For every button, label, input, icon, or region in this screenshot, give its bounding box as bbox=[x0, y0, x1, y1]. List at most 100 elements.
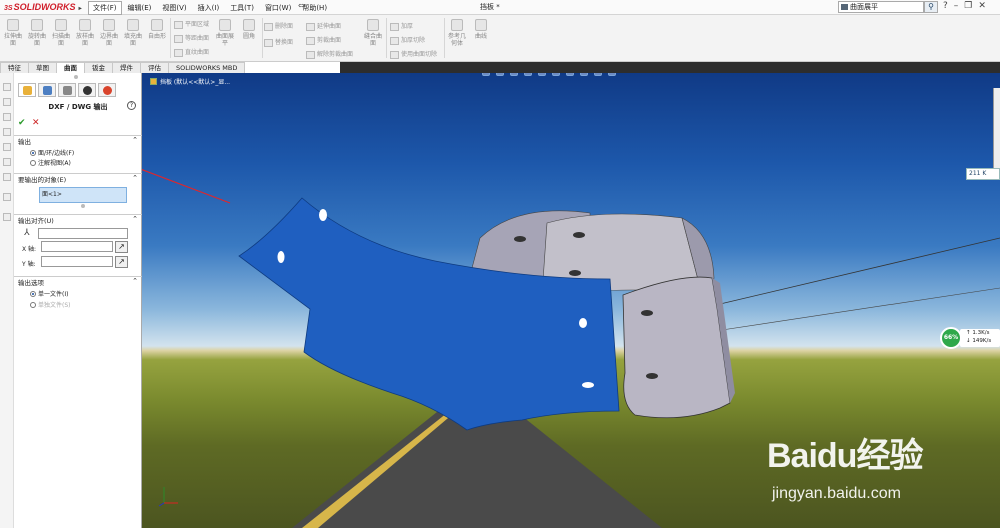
offset-surface-button[interactable]: 等距曲面 bbox=[174, 33, 209, 43]
tab-surfaces[interactable]: 曲面 bbox=[56, 62, 85, 73]
menu-file[interactable]: 文件(F) bbox=[88, 1, 122, 15]
feature-icon[interactable] bbox=[3, 173, 11, 181]
thicken-cut-button[interactable]: 加厚切除 bbox=[390, 35, 425, 45]
collapse-icon[interactable]: ⌃ bbox=[132, 174, 138, 182]
arrow-icon: ↗ bbox=[118, 257, 125, 266]
loft-surface-button[interactable]: 放样曲面 bbox=[74, 19, 96, 47]
feature-icon[interactable] bbox=[3, 193, 11, 201]
task-pane-tag[interactable]: 211 K bbox=[966, 168, 1000, 180]
tab-evaluate[interactable]: 评估 bbox=[140, 62, 169, 73]
feature-icon[interactable] bbox=[3, 143, 11, 151]
collapse-icon[interactable]: ⌃ bbox=[132, 136, 138, 144]
thicken-button[interactable]: 加厚 bbox=[390, 21, 413, 31]
panel-grip[interactable] bbox=[74, 75, 78, 79]
list-resize-grip[interactable] bbox=[81, 204, 85, 208]
feature-icon[interactable] bbox=[3, 98, 11, 106]
tab-mbd[interactable]: SOLIDWORKS MBD bbox=[168, 62, 246, 73]
trim-surface-button[interactable]: 剪裁曲面 bbox=[306, 35, 341, 45]
featuremanager-tab[interactable] bbox=[18, 83, 36, 97]
previous-view-icon[interactable] bbox=[510, 73, 518, 76]
task-pane-strip[interactable] bbox=[993, 88, 1000, 168]
y-axis-field[interactable] bbox=[41, 256, 113, 267]
knit-surface-button[interactable]: 缝合曲面 bbox=[362, 19, 384, 47]
view-settings-icon[interactable] bbox=[608, 73, 616, 76]
replace-face-button[interactable]: 替换面 bbox=[264, 37, 293, 47]
x-axis-reverse-button[interactable]: ↗ bbox=[115, 241, 128, 253]
sweep-surface-button[interactable]: 扫描曲面 bbox=[50, 19, 72, 47]
y-axis-reverse-button[interactable]: ↗ bbox=[115, 256, 128, 268]
alignment-section-header[interactable]: 输出对齐(U) ⌃ bbox=[14, 214, 142, 225]
minimize-icon[interactable]: – bbox=[954, 1, 959, 11]
display-manager-tab[interactable] bbox=[98, 83, 116, 97]
edit-appearance-icon[interactable] bbox=[580, 73, 588, 76]
surface-cut-button[interactable]: 使用曲面切除 bbox=[390, 49, 437, 59]
feature-icon[interactable] bbox=[3, 158, 11, 166]
option-face-loop-edge[interactable]: 面/环/边线(F) bbox=[30, 148, 74, 157]
menu-view[interactable]: 视图(V) bbox=[157, 1, 191, 15]
export-options-section-header[interactable]: 输出选项 ⌃ bbox=[14, 276, 142, 287]
manager-tabs bbox=[14, 83, 142, 97]
feature-icon[interactable] bbox=[3, 213, 11, 221]
planar-surface-button[interactable]: 平面区域 bbox=[174, 19, 209, 29]
fill-surface-button[interactable]: 填充曲面 bbox=[122, 19, 144, 47]
help-icon[interactable]: ? bbox=[127, 101, 136, 110]
menu-window[interactable]: 窗口(W) bbox=[260, 1, 296, 15]
option-annotation-view[interactable]: 注解视图(A) bbox=[30, 158, 71, 167]
scene-icon[interactable] bbox=[594, 73, 602, 76]
tab-weldments[interactable]: 焊件 bbox=[112, 62, 141, 73]
feature-icon[interactable] bbox=[3, 128, 11, 136]
zoom-area-icon[interactable] bbox=[496, 73, 504, 76]
tab-sketch[interactable]: 草图 bbox=[28, 62, 57, 73]
baidu-watermark-url: jingyan.baidu.com bbox=[772, 485, 901, 502]
untrim-surface-button[interactable]: 解除剪裁曲面 bbox=[306, 49, 353, 59]
surface-flatten-button[interactable]: 曲面展平 bbox=[214, 19, 236, 47]
delete-face-button[interactable]: 删除面 bbox=[264, 21, 293, 31]
revolve-surface-button[interactable]: 旋转曲面 bbox=[26, 19, 48, 47]
option-single-file[interactable]: 单一文件(I) bbox=[30, 289, 68, 298]
menu-tools[interactable]: 工具(T) bbox=[225, 1, 259, 15]
entities-section-header[interactable]: 要输出的对象(E) ⌃ bbox=[14, 173, 142, 184]
propertymanager-tab[interactable] bbox=[38, 83, 56, 97]
search-button[interactable]: ⚲ bbox=[924, 1, 938, 13]
extrude-surface-button[interactable]: 拉伸曲面 bbox=[2, 19, 24, 47]
boundary-surface-button[interactable]: 边界曲面 bbox=[98, 19, 120, 47]
collapse-icon[interactable]: ⌃ bbox=[132, 215, 138, 223]
breadcrumb[interactable]: 挡板 (默认<<默认>_显... bbox=[150, 77, 230, 86]
menu-insert[interactable]: 插入(I) bbox=[193, 1, 225, 15]
selected-entities-list[interactable]: 面<1> bbox=[39, 187, 127, 203]
help-menu-icon[interactable]: ? bbox=[943, 1, 948, 11]
extend-surface-button[interactable]: 延伸曲面 bbox=[306, 21, 341, 31]
search-scope-icon bbox=[841, 4, 848, 10]
reference-geometry-button[interactable]: 参考几何体 bbox=[446, 19, 468, 47]
pin-icon[interactable]: ⇔ bbox=[298, 1, 305, 10]
close-icon[interactable]: ✕ bbox=[978, 1, 986, 11]
search-input[interactable]: 曲面展平 bbox=[838, 1, 924, 13]
hide-show-icon[interactable] bbox=[566, 73, 574, 76]
zoom-fit-icon[interactable] bbox=[482, 73, 490, 76]
display-style-icon[interactable] bbox=[552, 73, 560, 76]
ruled-surface-button[interactable]: 直纹曲面 bbox=[174, 47, 209, 57]
extrude-surface-icon bbox=[7, 19, 19, 31]
fillet-button[interactable]: 圆角 bbox=[238, 19, 260, 40]
configurationmanager-tab[interactable] bbox=[58, 83, 76, 97]
dimxpert-tab[interactable] bbox=[78, 83, 96, 97]
view-orientation-icon[interactable] bbox=[538, 73, 546, 76]
output-section-header[interactable]: 输出 ⌃ bbox=[14, 135, 142, 146]
option-separate-files: 单独文件(S) bbox=[30, 300, 71, 309]
freeform-button[interactable]: 自由形 bbox=[146, 19, 168, 40]
cancel-x-icon[interactable]: ✕ bbox=[32, 118, 40, 128]
feature-icon[interactable] bbox=[3, 113, 11, 121]
graphics-area[interactable]: 挡板 (默认<<默认>_显... 211 K ↑ 1.3K/s ↓ 149K/s … bbox=[142, 73, 1000, 528]
tab-sheet-metal[interactable]: 钣金 bbox=[84, 62, 113, 73]
alignment-origin-field[interactable] bbox=[38, 228, 128, 239]
menu-edit[interactable]: 编辑(E) bbox=[123, 1, 157, 15]
collapse-icon[interactable]: ⌃ bbox=[132, 277, 138, 285]
restore-icon[interactable]: ❐ bbox=[964, 1, 972, 11]
tab-features[interactable]: 特征 bbox=[0, 62, 29, 73]
x-axis-field[interactable] bbox=[41, 241, 113, 252]
ok-check-icon[interactable]: ✔ bbox=[18, 118, 26, 128]
solidworks-logo[interactable]: 3SSOLIDWORKS ▸ bbox=[4, 2, 82, 12]
section-view-icon[interactable] bbox=[524, 73, 532, 76]
curves-button[interactable]: 曲线 bbox=[470, 19, 492, 40]
feature-icon[interactable] bbox=[3, 83, 11, 91]
